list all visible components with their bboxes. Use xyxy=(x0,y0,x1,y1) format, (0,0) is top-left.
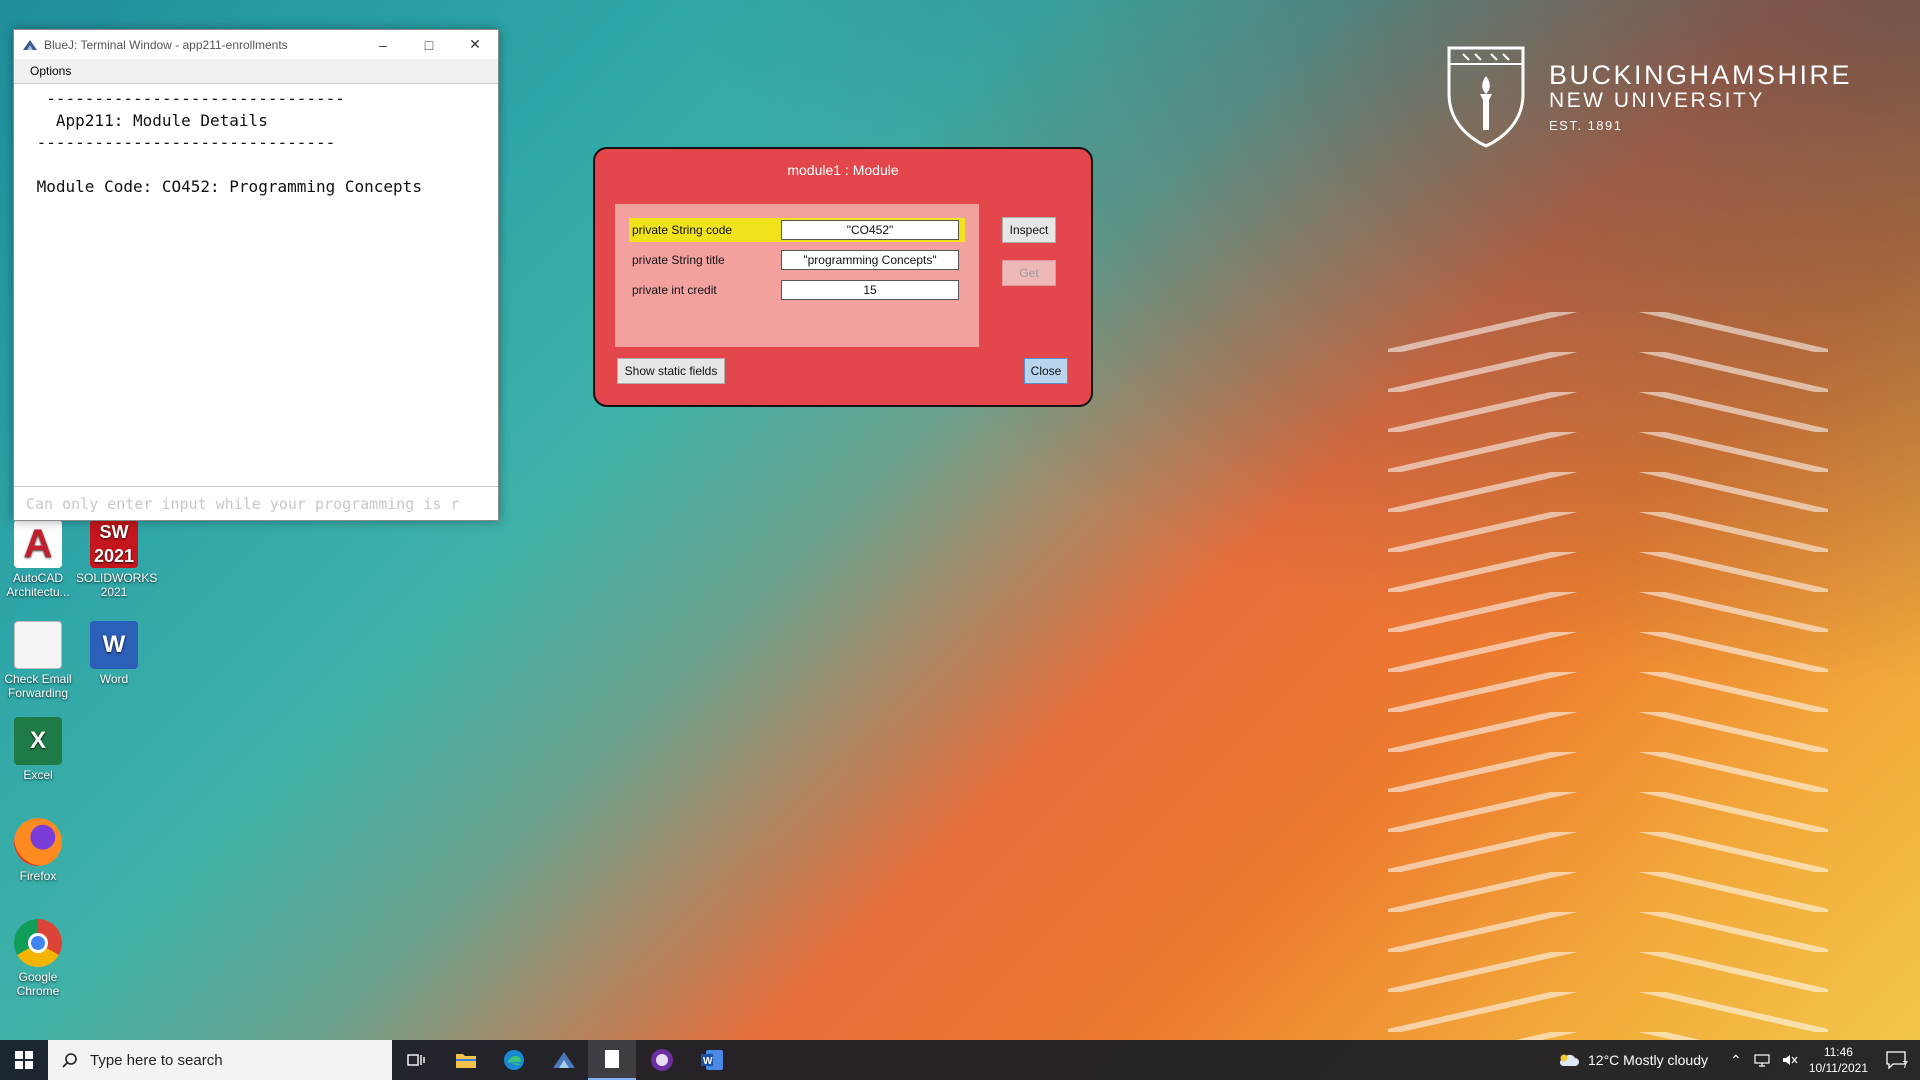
weather-widget[interactable]: 12°C Mostly cloudy xyxy=(1558,1040,1708,1080)
desktop-icon-label: Chrome xyxy=(16,984,60,998)
desktop-icon-label: Firefox xyxy=(19,869,57,883)
field-row-code[interactable]: private String code "CO452" xyxy=(629,218,965,242)
university-logo: BUCKINGHAMSHIRE NEW UNIVERSITY EST. 1891 xyxy=(1445,44,1850,154)
taskbar-app-purple[interactable] xyxy=(638,1040,686,1080)
object-inspector: module1 : Module private String code "CO… xyxy=(593,147,1093,407)
inspector-title: module1 : Module xyxy=(787,162,899,178)
terminal-output: ------------------------------- App211: … xyxy=(36,89,422,196)
word-icon: W xyxy=(90,621,138,669)
desktop-icon-firefox[interactable]: Firefox xyxy=(0,818,76,883)
field-value: "programming Concepts" xyxy=(781,250,959,270)
field-value: 15 xyxy=(781,280,959,300)
university-subtitle: NEW UNIVERSITY xyxy=(1549,89,1765,112)
desktop-icon-label: 2021 xyxy=(100,585,128,599)
solidworks-icon: SW 2021 xyxy=(90,520,138,568)
taskbar-edge[interactable] xyxy=(490,1040,538,1080)
taskbar-notepad[interactable] xyxy=(588,1040,636,1080)
terminal-title: BlueJ: Terminal Window - app211-enrollme… xyxy=(44,37,288,52)
svg-text:W: W xyxy=(703,1056,713,1067)
show-static-fields-button[interactable]: Show static fields xyxy=(617,358,725,384)
word-icon: W xyxy=(701,1050,723,1070)
task-view-icon xyxy=(407,1054,425,1066)
field-label: private int credit xyxy=(632,283,717,297)
desktop-icon-label: AutoCAD xyxy=(12,571,64,585)
chevron-up-icon[interactable]: ⌃ xyxy=(1730,1052,1742,1069)
search-icon xyxy=(62,1053,77,1068)
field-label: private String title xyxy=(632,253,725,267)
terminal-window: BlueJ: Terminal Window - app211-enrollme… xyxy=(13,29,499,521)
task-view-button[interactable] xyxy=(392,1040,440,1080)
taskbar: Type here to search W 12°C Mostly cloudy… xyxy=(0,1040,1920,1080)
desktop-icon-word[interactable]: W Word xyxy=(76,621,152,686)
field-row-title[interactable]: private String title "programming Concep… xyxy=(629,248,965,272)
field-value: "CO452" xyxy=(781,220,959,240)
desktop-icon-autocad[interactable]: A AutoCAD Architectu... xyxy=(0,520,76,599)
chrome-icon xyxy=(14,919,62,967)
app-circle-icon xyxy=(651,1049,673,1071)
cloud-icon xyxy=(1559,1054,1579,1066)
desktop-icon-label: Check Email xyxy=(4,672,72,686)
speaker-muted-icon[interactable] xyxy=(1782,1053,1798,1067)
get-button[interactable]: Get xyxy=(1002,260,1056,286)
email-icon xyxy=(14,621,62,669)
clock-date: 10/11/2021 xyxy=(1808,1061,1868,1075)
close-window-button[interactable]: ✕ xyxy=(452,30,498,59)
notification-center-button[interactable]: 7 xyxy=(1876,1040,1916,1080)
bluej-icon xyxy=(553,1052,575,1068)
maximize-button[interactable]: □ xyxy=(406,30,452,59)
university-established: EST. 1891 xyxy=(1549,118,1623,133)
desktop-icon-label: Architectu... xyxy=(6,585,70,599)
search-placeholder: Type here to search xyxy=(90,1051,223,1069)
firefox-icon xyxy=(14,818,62,866)
edge-icon xyxy=(504,1050,524,1070)
system-tray: ⌃ xyxy=(1730,1040,1798,1080)
desktop-icon-chrome[interactable]: Google Chrome xyxy=(0,919,76,998)
document-icon xyxy=(605,1050,619,1068)
desktop-icon-check-email[interactable]: Check Email Forwarding xyxy=(0,621,76,700)
windows-icon xyxy=(15,1051,33,1069)
terminal-menubar: Options xyxy=(14,60,498,84)
network-icon[interactable] xyxy=(1754,1053,1770,1067)
notification-count: 7 xyxy=(1902,1060,1908,1071)
menu-options[interactable]: Options xyxy=(30,64,71,78)
close-button[interactable]: Close xyxy=(1024,358,1068,384)
taskbar-search[interactable]: Type here to search xyxy=(48,1040,392,1080)
weather-text: 12°C Mostly cloudy xyxy=(1588,1052,1708,1068)
desktop-icon-label: Excel xyxy=(23,768,53,782)
folder-icon xyxy=(456,1054,476,1068)
desktop-icon-solidworks[interactable]: SW 2021 SOLIDWORKS 2021 xyxy=(76,520,158,599)
taskbar-word[interactable]: W xyxy=(688,1040,736,1080)
desktop-icon-label: Forwarding xyxy=(7,686,69,700)
terminal-input-area xyxy=(14,486,498,520)
autocad-icon: A xyxy=(14,520,62,568)
desktop-icon-excel[interactable]: X Excel xyxy=(0,717,76,782)
field-label: private String code xyxy=(632,223,733,237)
minimize-button[interactable]: – xyxy=(360,30,406,59)
clock[interactable]: 11:46 10/11/2021 xyxy=(1809,1044,1868,1076)
desktop-icon-label: SOLIDWORKS xyxy=(76,571,158,585)
field-row-credit[interactable]: private int credit 15 xyxy=(629,278,965,302)
university-name: BUCKINGHAMSHIRE xyxy=(1549,60,1853,90)
terminal-input[interactable] xyxy=(14,487,498,520)
university-shield-icon xyxy=(1447,46,1525,148)
fields-panel: private String code "CO452" private Stri… xyxy=(615,204,979,347)
inspect-button[interactable]: Inspect xyxy=(1002,217,1056,243)
taskbar-bluej[interactable] xyxy=(540,1040,588,1080)
terminal-titlebar[interactable]: BlueJ: Terminal Window - app211-enrollme… xyxy=(14,30,498,60)
taskbar-file-explorer[interactable] xyxy=(442,1040,490,1080)
clock-time: 11:46 xyxy=(1823,1045,1853,1059)
start-button[interactable] xyxy=(0,1040,48,1080)
desktop-icon-label: Google xyxy=(18,970,58,984)
bluej-icon xyxy=(23,39,37,50)
chevron-pattern xyxy=(1388,312,1828,1040)
desktop-icon-label: Word xyxy=(99,672,129,686)
excel-icon: X xyxy=(14,717,62,765)
